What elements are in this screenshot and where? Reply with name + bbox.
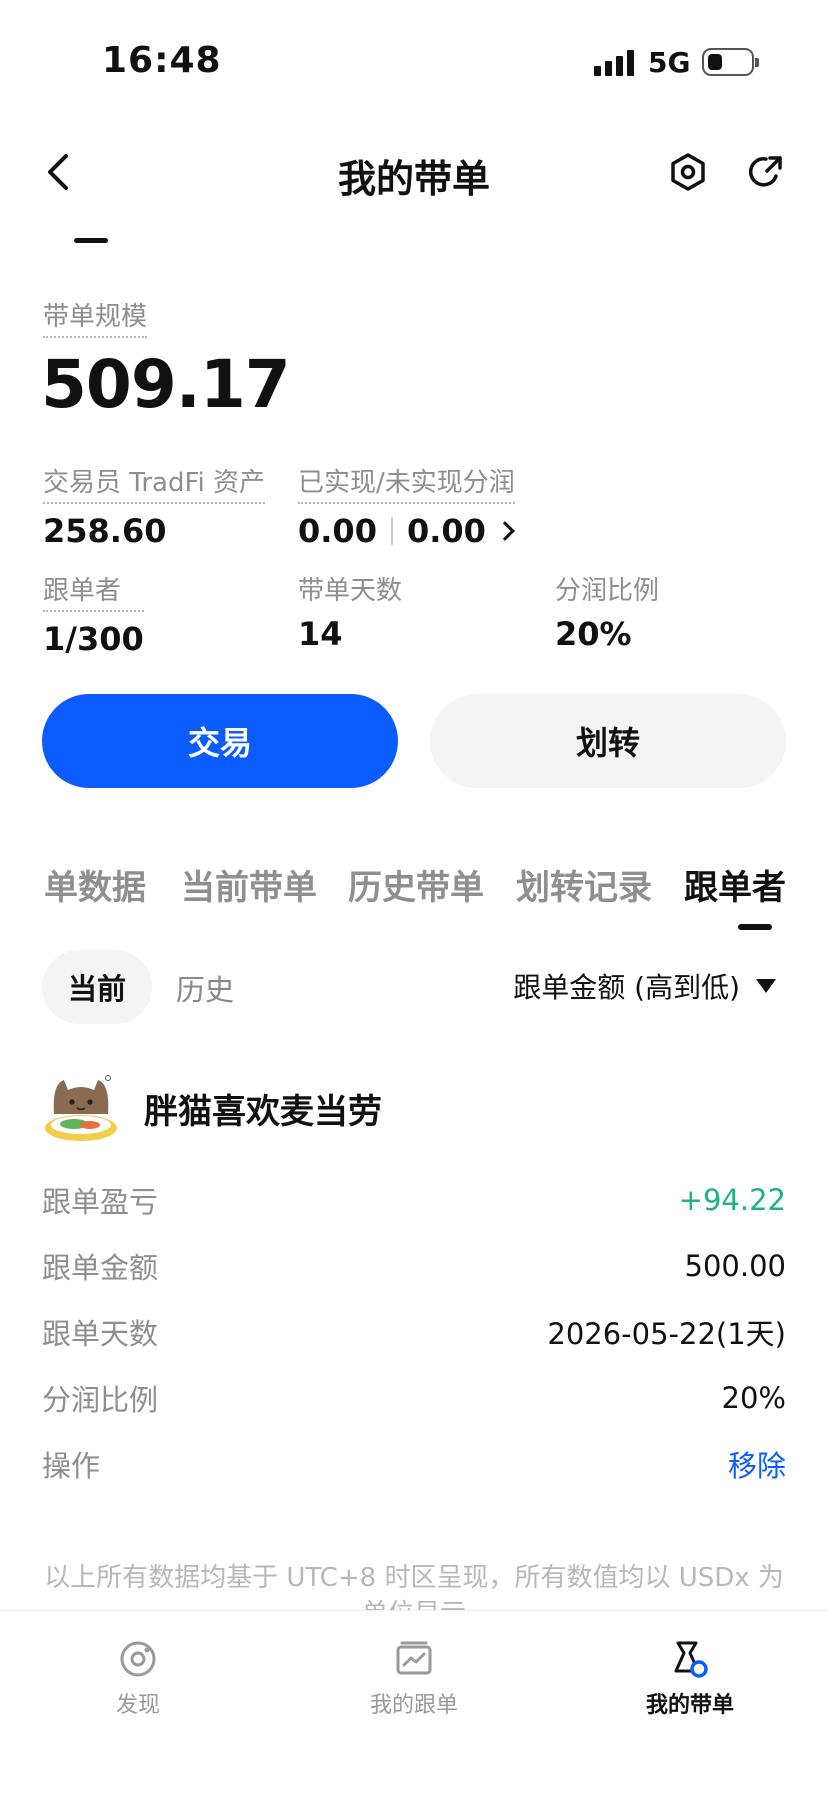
row-label: 跟单盈亏 (42, 1185, 159, 1219)
row-action: 操作 移除 (42, 1442, 786, 1486)
realized-value: 0.00 (298, 512, 377, 550)
avatar (45, 1075, 117, 1141)
tabbar-discover[interactable]: 发现 (38, 1637, 238, 1719)
followers-label[interactable]: 跟单者 (43, 570, 144, 612)
tab-bar: 单数据 当前带单 历史带单 划转记录 跟单者 (0, 860, 828, 920)
row-amount: 跟单金额 500.00 (42, 1244, 786, 1288)
trade-button[interactable]: 交易 (42, 694, 398, 788)
tab-active-indicator (738, 924, 772, 930)
followers-value: 1/300 (43, 620, 144, 658)
days-stat: 带单天数 14 (298, 570, 402, 653)
tabbar-label: 我的带单 (645, 1693, 734, 1718)
row-days: 跟单天数 2026-05-22(1天) (42, 1310, 786, 1354)
tab-history-leads[interactable]: 历史带单 (348, 860, 484, 909)
row-value: 2026-05-22(1天) (547, 1317, 786, 1351)
tradfi-value: 258.60 (43, 512, 167, 550)
divider (390, 517, 393, 545)
row-value: 20% (721, 1381, 786, 1415)
sort-label: 跟单金额 (高到低) (513, 971, 740, 1004)
discover-icon (120, 1641, 156, 1677)
follower-name: 胖猫喜欢麦当劳 (144, 1092, 382, 1132)
days-value: 14 (298, 615, 343, 653)
tab-followers[interactable]: 跟单者 (684, 860, 786, 909)
row-label: 操作 (42, 1449, 101, 1483)
tabbar-label: 发现 (115, 1693, 160, 1718)
chart-icon (396, 1641, 432, 1675)
tab-transfer-records[interactable]: 划转记录 (516, 860, 652, 909)
pnl-label[interactable]: 已实现/未实现分润 (298, 462, 515, 504)
row-pnl: 跟单盈亏 +94.22 (42, 1178, 786, 1222)
caret-down-icon (756, 979, 776, 993)
row-label: 跟单金额 (42, 1251, 159, 1285)
row-label: 跟单天数 (42, 1317, 159, 1351)
bottom-tab-bar: 发现 我的跟单 我的带单 (0, 1610, 828, 1796)
tab-current-leads[interactable]: 当前带单 (181, 860, 317, 909)
row-share: 分润比例 20% (42, 1376, 786, 1420)
status-bar: 16:48 5G (0, 0, 828, 120)
scale-value: 509.17 (41, 346, 291, 423)
tabbar-label: 我的跟单 (369, 1693, 458, 1718)
transfer-button[interactable]: 划转 (430, 694, 786, 788)
row-value: +94.22 (678, 1183, 786, 1217)
share-stat: 分润比例 20% (555, 570, 659, 653)
chevron-right-icon[interactable] (495, 521, 515, 541)
battery-icon (702, 48, 759, 76)
tab-data[interactable]: 单数据 (44, 860, 146, 909)
row-value: 500.00 (684, 1249, 786, 1283)
share-icon[interactable] (746, 152, 786, 192)
remove-link[interactable]: 移除 (728, 1443, 786, 1485)
filter-history[interactable]: 历史 (176, 967, 234, 1009)
settings-icon[interactable] (668, 152, 708, 192)
nav-bar: 我的带单 (0, 130, 828, 210)
scale-label[interactable]: 带单规模 (43, 296, 148, 338)
unrealized-value: 0.00 (406, 512, 486, 550)
tradfi-stat: 交易员 TradFi 资产 258.60 (43, 462, 266, 550)
status-time: 16:48 (102, 40, 222, 81)
share-value: 20% (555, 615, 632, 653)
pnl-stat[interactable]: 已实现/未实现分润 0.00 0.00 (298, 462, 515, 550)
filter-current[interactable]: 当前 (42, 950, 152, 1024)
days-label: 带单天数 (298, 576, 403, 606)
tabbar-my-leads[interactable]: 我的带单 (590, 1637, 790, 1719)
pnl-values[interactable]: 0.00 0.00 (298, 512, 515, 550)
tradfi-label[interactable]: 交易员 TradFi 资产 (43, 462, 266, 504)
network-type: 5G (648, 46, 691, 79)
row-label: 分润比例 (42, 1383, 159, 1417)
lead-icon (674, 1641, 708, 1678)
sort-dropdown[interactable]: 跟单金额 (高到低) (513, 966, 776, 1006)
followers-stat: 跟单者 1/300 (43, 570, 144, 658)
scroll-indicator (74, 238, 108, 243)
share-label: 分润比例 (555, 576, 660, 606)
tabbar-my-follows[interactable]: 我的跟单 (314, 1637, 514, 1719)
signal-icon (594, 50, 638, 76)
